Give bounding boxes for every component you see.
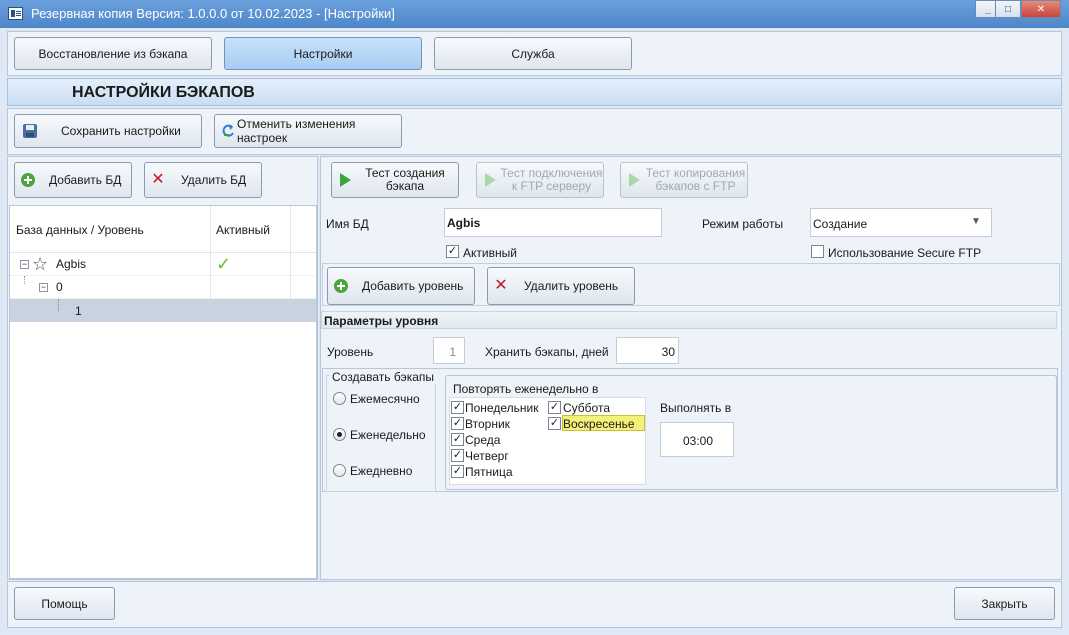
db-active-checkbox[interactable]: ✓ xyxy=(446,245,459,258)
help-button[interactable]: Помощь xyxy=(14,587,115,620)
footer-bar xyxy=(7,581,1062,628)
level-label: Уровень xyxy=(327,345,374,359)
tree-node-label: Agbis xyxy=(56,257,87,271)
run-time-input[interactable]: 03:00 xyxy=(660,422,734,457)
mode-label: Режим работы xyxy=(702,217,784,231)
tree-row[interactable]: − ☆ Agbis ✓ xyxy=(10,253,316,276)
tree-node-label: 0 xyxy=(56,280,63,294)
radio-weekly-label: Еженедельно xyxy=(350,428,426,442)
level-input[interactable]: 1 xyxy=(433,337,465,364)
play-icon xyxy=(629,173,640,187)
collapse-toggle[interactable]: − xyxy=(39,283,48,292)
day-checkbox-thursday[interactable]: ✓ xyxy=(451,449,464,462)
tab-settings[interactable]: Настройки xyxy=(224,37,422,70)
tab-restore[interactable]: Восстановление из бэкапа xyxy=(14,37,212,70)
radio-daily[interactable] xyxy=(333,464,346,477)
star-icon: ☆ xyxy=(32,254,49,274)
add-icon xyxy=(334,279,348,293)
add-level-button[interactable]: Добавить уровень xyxy=(327,267,475,305)
chevron-down-icon: ▼ xyxy=(971,216,981,227)
close-window-button[interactable]: ✕ xyxy=(1021,0,1061,18)
close-button[interactable]: Закрыть xyxy=(954,587,1055,620)
day-label-thursday: Четверг xyxy=(465,449,509,463)
undo-icon xyxy=(221,124,235,138)
keep-days-input[interactable]: 30 xyxy=(616,337,679,364)
radio-weekly[interactable] xyxy=(333,428,346,441)
section-title: НАСТРОЙКИ БЭКАПОВ xyxy=(72,84,255,101)
add-db-button[interactable]: Добавить БД xyxy=(14,162,132,198)
column-header-db[interactable]: База данных / Уровень xyxy=(16,223,144,237)
day-label-wednesday: Среда xyxy=(465,433,501,447)
radio-monthly[interactable] xyxy=(333,392,346,405)
play-icon xyxy=(485,173,496,187)
keep-days-label: Хранить бэкапы, дней xyxy=(485,345,609,359)
secure-ftp-checkbox[interactable] xyxy=(811,245,824,258)
save-icon xyxy=(23,124,37,138)
active-check-icon: ✓ xyxy=(216,254,232,274)
maximize-button[interactable]: □ xyxy=(995,0,1021,18)
delete-icon: ✕ xyxy=(494,277,508,294)
day-checkbox-monday[interactable]: ✓ xyxy=(451,401,464,414)
weekly-repeat-title: Повторять еженедельно в xyxy=(453,382,599,396)
tree-row-selected[interactable]: 1 xyxy=(10,299,316,322)
day-checkbox-sunday[interactable]: ✓ xyxy=(548,417,561,430)
secure-ftp-label: Использование Secure FTP xyxy=(828,246,982,260)
day-checkbox-tuesday[interactable]: ✓ xyxy=(451,417,464,430)
day-label-tuesday: Вторник xyxy=(465,417,510,431)
add-icon xyxy=(21,173,35,187)
db-tree-grid: База данных / Уровень Активный − ☆ Agbis… xyxy=(9,205,317,579)
test-ftp-button[interactable]: Тест подключения к FTP серверу xyxy=(476,162,604,198)
collapse-toggle[interactable]: − xyxy=(20,260,29,269)
day-checkbox-wednesday[interactable]: ✓ xyxy=(451,433,464,446)
delete-level-button[interactable]: ✕ Удалить уровень xyxy=(487,267,635,305)
test-backup-button[interactable]: Тест создания бэкапа xyxy=(331,162,459,198)
tree-row[interactable]: − 0 xyxy=(10,276,316,299)
delete-icon: ✕ xyxy=(151,171,165,188)
day-label-sunday: Воскресенье xyxy=(563,417,635,431)
create-backups-title: Создавать бэкапы xyxy=(329,370,438,384)
day-label-saturday: Суббота xyxy=(563,401,610,415)
window-title: Резервная копия Версия: 1.0.0.0 от 10.02… xyxy=(31,6,395,21)
day-checkbox-saturday[interactable]: ✓ xyxy=(548,401,561,414)
level-params-header: Параметры уровня xyxy=(321,311,1057,329)
radio-monthly-label: Ежемесячно xyxy=(350,392,420,406)
tab-service[interactable]: Служба xyxy=(434,37,632,70)
app-icon xyxy=(8,7,23,20)
db-active-label: Активный xyxy=(463,246,517,260)
delete-db-button[interactable]: ✕ Удалить БД xyxy=(144,162,262,198)
test-ftp-copy-button[interactable]: Тест копирования бэкапов с FTP xyxy=(620,162,748,198)
day-label-monday: Понедельник xyxy=(465,401,539,415)
db-name-label: Имя БД xyxy=(326,217,369,231)
run-at-label: Выполнять в xyxy=(660,401,732,415)
day-label-friday: Пятница xyxy=(465,465,513,479)
section-header: НАСТРОЙКИ БЭКАПОВ xyxy=(7,78,1062,106)
day-checkbox-friday[interactable]: ✓ xyxy=(451,465,464,478)
save-settings-button[interactable]: Сохранить настройки xyxy=(14,114,202,148)
column-header-active[interactable]: Активный xyxy=(216,223,270,237)
radio-daily-label: Ежедневно xyxy=(350,464,413,478)
db-name-input[interactable]: Agbis xyxy=(444,208,662,237)
window-titlebar: Резервная копия Версия: 1.0.0.0 от 10.02… xyxy=(0,0,1069,28)
cancel-changes-button[interactable]: Отменить изменения настроек xyxy=(214,114,402,148)
mode-select[interactable]: Создание ▼ xyxy=(810,208,992,237)
play-icon xyxy=(340,173,351,187)
tree-node-label: 1 xyxy=(75,304,82,318)
